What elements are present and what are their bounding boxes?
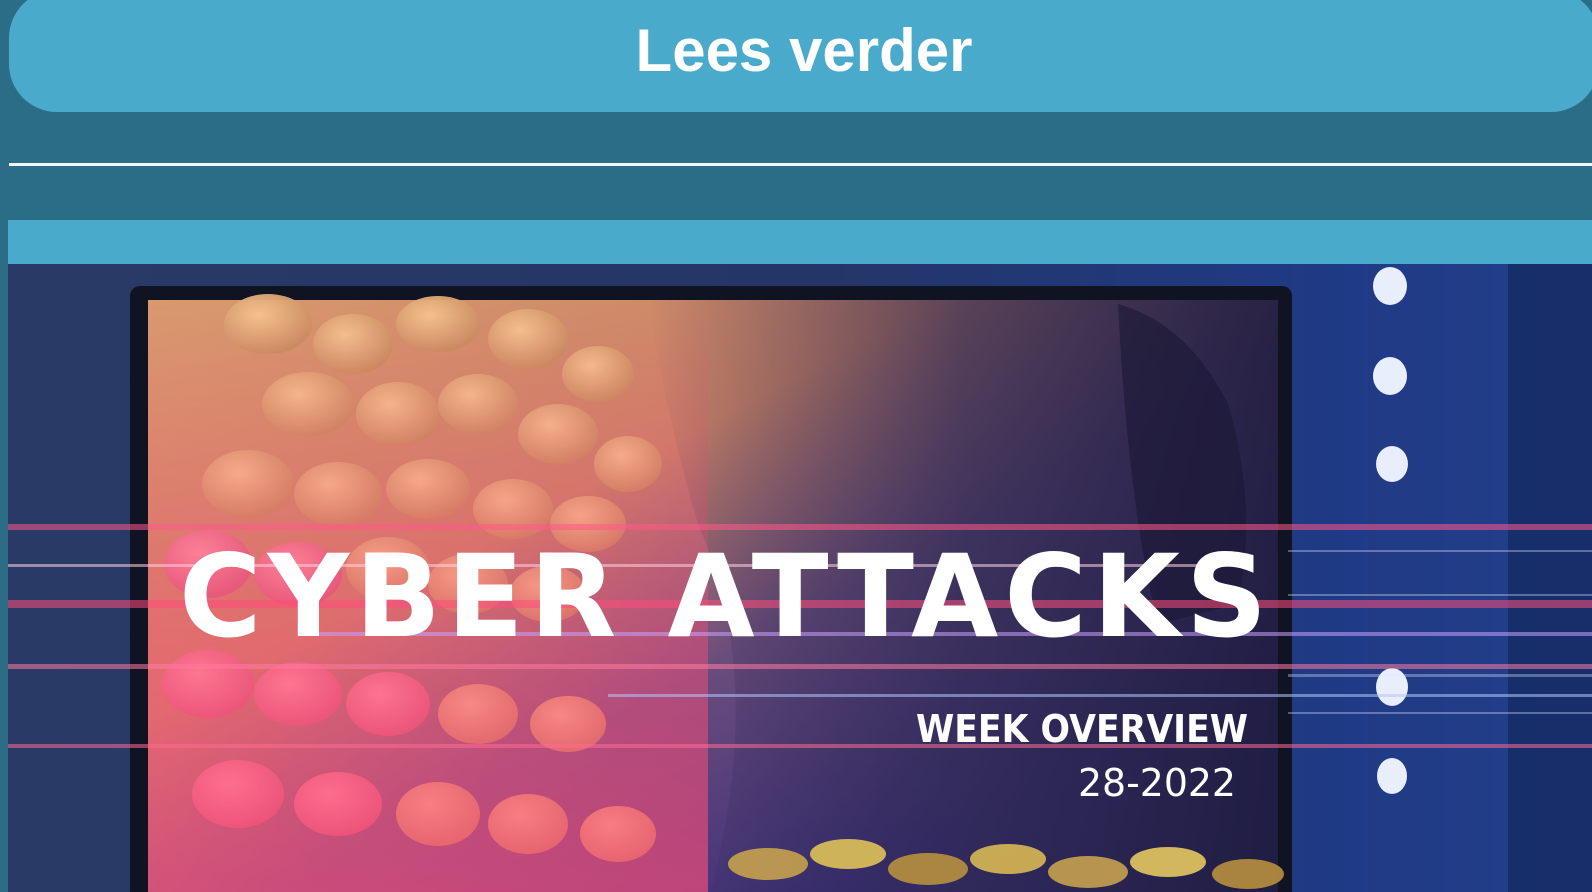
divider: [9, 163, 1592, 166]
hero-subtitle: WEEK OVERVIEW: [916, 707, 1248, 751]
article-thumbnail[interactable]: CYBER ATTACKS WEEK OVERVIEW 28-2022: [8, 264, 1592, 892]
hero-week: 28-2022: [1078, 761, 1236, 805]
hero-headline: CYBER ATTACKS: [179, 530, 1273, 663]
article-card-header: [8, 220, 1592, 264]
read-more-button[interactable]: Lees verder: [9, 0, 1592, 112]
